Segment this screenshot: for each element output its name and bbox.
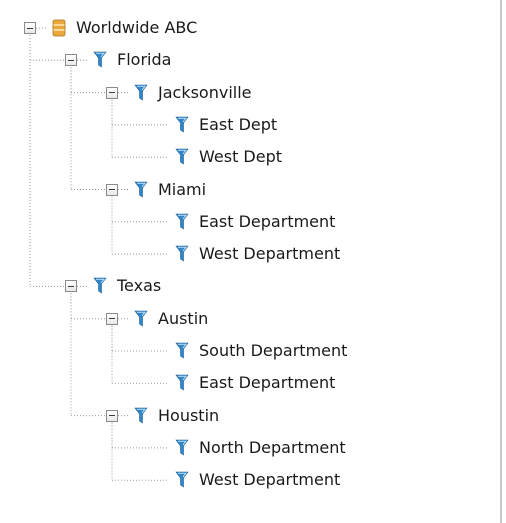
tree-node-label[interactable]: East Department — [199, 369, 335, 397]
filter-icon — [134, 406, 148, 426]
tree-node-houstin-west[interactable]: West Department — [147, 466, 340, 494]
filter-icon — [175, 115, 189, 135]
tree-node-houstin-north[interactable]: North Department — [147, 434, 346, 462]
filter-icon — [134, 309, 148, 329]
filter-icon — [175, 470, 189, 490]
tree-node-houstin[interactable]: Houstin — [106, 402, 219, 430]
filter-icon — [175, 341, 189, 361]
tree-node-florida[interactable]: Florida — [65, 46, 171, 74]
tree-node-label[interactable]: South Department — [199, 337, 347, 365]
tree-node-austin[interactable]: Austin — [106, 305, 208, 333]
tree-node-texas[interactable]: Texas — [65, 272, 161, 300]
tree-node-austin-south[interactable]: South Department — [147, 337, 347, 365]
tree-node-label[interactable]: North Department — [199, 434, 346, 462]
tree-node-label[interactable]: East Dept — [199, 111, 277, 139]
filter-icon — [93, 276, 107, 296]
tree-node-label[interactable]: Jacksonville — [158, 79, 252, 107]
filter-icon — [175, 438, 189, 458]
tree-node-label[interactable]: Florida — [117, 46, 171, 74]
tree-node-label[interactable]: Worldwide ABC — [76, 14, 197, 42]
collapse-toggle-icon[interactable] — [65, 280, 77, 293]
tree-node-jax-east[interactable]: East Dept — [147, 111, 277, 139]
tree-node-jax-west[interactable]: West Dept — [147, 143, 282, 171]
filter-icon — [134, 83, 148, 103]
tree-node-label[interactable]: East Department — [199, 208, 335, 236]
collapse-toggle-icon[interactable] — [65, 54, 77, 67]
tree-node-miami-east[interactable]: East Department — [147, 208, 335, 236]
tree-node-jacksonville[interactable]: Jacksonville — [106, 79, 252, 107]
collapse-toggle-icon[interactable] — [24, 22, 36, 34]
collapse-toggle-icon[interactable] — [106, 183, 118, 196]
collapse-toggle-icon[interactable] — [106, 312, 118, 325]
tree-node-miami-west[interactable]: West Department — [147, 240, 340, 268]
tree-node-label[interactable]: Houstin — [158, 402, 219, 430]
tree-node-label[interactable]: West Department — [199, 466, 340, 494]
tree-node-austin-east[interactable]: East Department — [147, 369, 335, 397]
tree-node-root[interactable]: Worldwide ABC — [24, 14, 197, 42]
collapse-toggle-icon[interactable] — [106, 86, 118, 99]
tree-node-label[interactable]: Austin — [158, 305, 208, 333]
filter-icon — [175, 373, 189, 393]
filter-icon — [175, 244, 189, 264]
tree-node-label[interactable]: Texas — [117, 272, 161, 300]
filter-icon — [175, 147, 189, 167]
filter-icon — [93, 50, 107, 70]
tree-node-miami[interactable]: Miami — [106, 176, 206, 204]
database-icon — [52, 18, 66, 38]
tree-node-label[interactable]: West Department — [199, 240, 340, 268]
filter-icon — [134, 180, 148, 200]
tree-view: Worldwide ABC Florida Jacksonville East Dep… — [0, 0, 502, 523]
filter-icon — [175, 212, 189, 232]
tree-node-label[interactable]: West Dept — [199, 143, 282, 171]
tree-node-label[interactable]: Miami — [158, 176, 206, 204]
collapse-toggle-icon[interactable] — [106, 409, 118, 422]
